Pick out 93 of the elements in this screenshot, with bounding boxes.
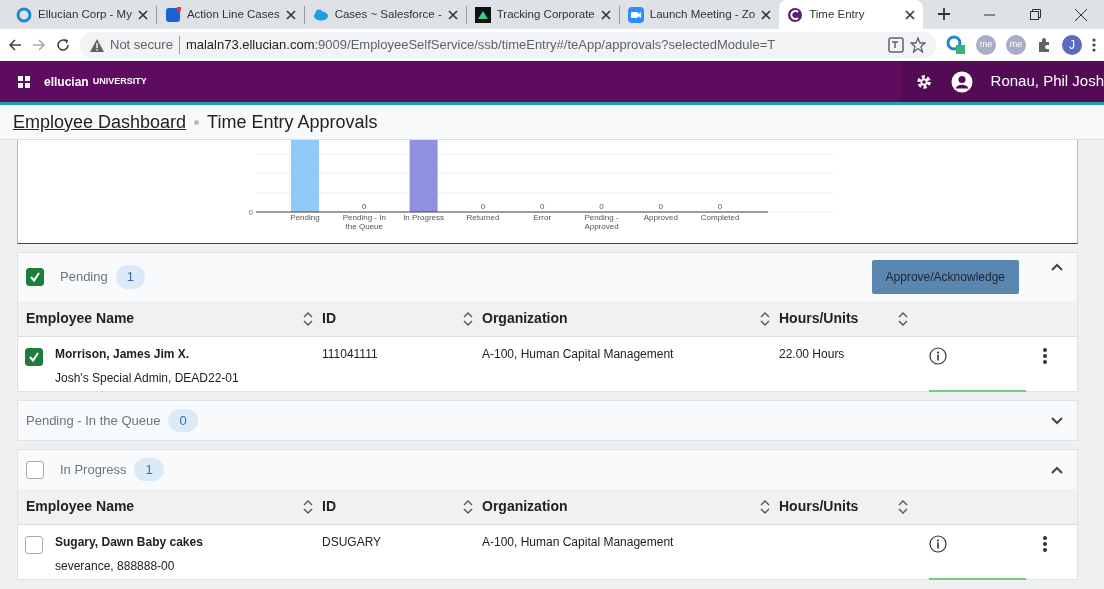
reload-icon[interactable] — [56, 38, 70, 52]
collapse-icon[interactable] — [1051, 465, 1063, 474]
sort-icon[interactable] — [759, 311, 771, 326]
employee-detail: severance, 888888-00 — [55, 558, 176, 575]
sort-icon[interactable] — [897, 499, 909, 514]
column-header[interactable]: Hours/Units — [779, 496, 897, 517]
section-title: In Progress — [60, 460, 127, 479]
close-icon[interactable] — [137, 9, 148, 20]
breadcrumb-current: Time Entry Approvals — [207, 110, 378, 134]
checkbox[interactable] — [26, 460, 44, 479]
collapse-icon[interactable] — [1051, 263, 1063, 271]
sort-icon[interactable] — [302, 311, 314, 326]
column-header[interactable]: Organization — [482, 496, 759, 517]
column-header[interactable]: Employee Name — [26, 308, 302, 329]
column-header[interactable]: ID — [322, 308, 462, 329]
axis-category-label: Approved — [643, 213, 678, 222]
axis-tick-label: 0 — [248, 208, 253, 217]
back-icon[interactable] — [8, 38, 22, 52]
section-title: Pending - In the Queue — [26, 411, 161, 430]
profile-avatar[interactable]: J — [1062, 35, 1082, 55]
table-cell: DSUGARY — [322, 535, 382, 549]
axis-category-label: Pending - In the Queue — [342, 213, 386, 231]
table-cell: 111041111 — [322, 347, 378, 361]
column-header[interactable]: Employee Name — [26, 496, 302, 517]
menu-icon[interactable] — [1092, 37, 1096, 53]
browser-tab[interactable]: Action Line Cases — [156, 0, 304, 29]
axis-category-label: In Progress — [403, 213, 445, 222]
settings-icon[interactable] — [914, 72, 933, 91]
user-avatar-icon[interactable] — [950, 70, 973, 93]
close-icon[interactable] — [600, 9, 611, 20]
employee-name: Sugary, Dawn Baby cakes — [55, 534, 203, 551]
star-icon[interactable] — [910, 37, 926, 53]
warning-icon — [90, 38, 104, 52]
data-label: 0 — [599, 202, 604, 211]
browser-tab[interactable]: Time Entry — [779, 0, 924, 29]
count-badge: 0 — [168, 408, 198, 433]
browser-tab[interactable]: Tracking Corporate — [466, 0, 619, 29]
column-header[interactable]: ID — [322, 496, 462, 517]
axis-category-label: Pending — [290, 213, 320, 222]
row-checkbox[interactable] — [25, 536, 43, 554]
sort-icon[interactable] — [759, 499, 771, 514]
axis-category-label: Pending - Approved — [584, 213, 619, 231]
favicon-icon — [474, 6, 491, 23]
puzzle-icon[interactable] — [1036, 37, 1052, 53]
browser-tab[interactable]: Ellucian Corp - My — [8, 0, 156, 29]
data-label: 0 — [480, 202, 486, 211]
count-badge: 1 — [134, 457, 164, 482]
data-label: 0 — [362, 202, 367, 211]
row-checkbox[interactable] — [25, 348, 43, 366]
column-header[interactable]: Organization — [482, 308, 759, 329]
check-icon — [29, 271, 41, 283]
close-icon[interactable] — [905, 9, 916, 20]
brand-logo: ellucian — [44, 73, 89, 91]
sort-icon[interactable] — [462, 499, 474, 514]
breadcrumb-link[interactable]: Employee Dashboard — [13, 108, 187, 136]
axis-category-label: Completed — [700, 213, 740, 222]
favicon-icon — [627, 6, 644, 23]
sort-icon[interactable] — [302, 499, 314, 514]
data-label: 0 — [539, 202, 545, 211]
new-tab-icon[interactable] — [937, 7, 952, 21]
table-cell: A-100, Human Capital Management — [482, 535, 674, 549]
translate-icon[interactable] — [888, 37, 904, 53]
approve-button[interactable]: Approve/Acknowledge — [871, 260, 1019, 294]
brand-subtitle: UNIVERSITY — [92, 74, 147, 88]
employee-name: Morrison, James Jim X. — [55, 346, 191, 363]
security-label: Not secure — [110, 36, 173, 55]
expand-icon[interactable] — [1051, 416, 1063, 425]
table-cell: 22.00 Hours — [779, 347, 845, 361]
axis-category-label: Returned — [466, 213, 500, 222]
axis-category-label: Error — [533, 213, 552, 222]
data-label: 0 — [658, 202, 664, 211]
employee-detail: Josh's Special Admin, DEAD22-01 — [55, 370, 239, 387]
close-icon[interactable] — [285, 9, 296, 20]
section-title: Pending — [60, 268, 108, 287]
favicon-icon — [164, 6, 181, 23]
url-text: malaln73.ellucian.com:9009/EmployeeSelfService/ssb/timeEntry#/teApp/approvals?selectedModule=T — [185, 36, 776, 55]
close-icon[interactable] — [761, 9, 772, 20]
sort-icon[interactable] — [462, 311, 474, 326]
checkbox[interactable] — [26, 268, 44, 286]
table-cell: A-100, Human Capital Management — [482, 347, 674, 361]
favicon-icon — [16, 6, 32, 23]
address-bar[interactable]: Not secure malaln73.ellucian.com:9009/EmployeeSelfService/ssb/timeEntry#/teApp/approvals?selectedModule=T — [80, 32, 936, 58]
column-header[interactable]: Hours/Units — [779, 308, 897, 329]
browser-tab[interactable]: Launch Meeting - Zo — [619, 0, 780, 29]
browser-tab[interactable]: Cases ~ Salesforce - — [304, 0, 466, 29]
data-label: 0 — [717, 202, 723, 211]
count-badge: 1 — [115, 265, 145, 289]
close-icon[interactable] — [447, 9, 458, 20]
check-icon — [28, 351, 40, 363]
apps-menu-icon[interactable] — [18, 75, 30, 88]
sort-icon[interactable] — [897, 311, 909, 326]
extension-icon[interactable] — [946, 35, 966, 55]
favicon-icon — [787, 6, 804, 23]
